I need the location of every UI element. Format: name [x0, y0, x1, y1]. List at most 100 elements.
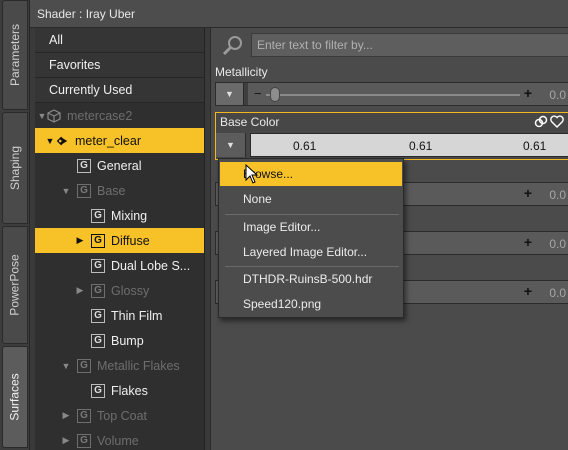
metallicity-menu-button[interactable]: ▼ — [216, 83, 244, 105]
shader-title: Shader : Iray Uber — [37, 6, 136, 21]
color-red-value[interactable]: 0.61 — [293, 139, 316, 153]
tree-item-label: Glossy — [111, 283, 150, 298]
tab-shaping-label: Shaping — [8, 145, 23, 191]
metallicity-slider[interactable]: − + 0.0 — [248, 83, 568, 105]
metallicity-slider-row: ▼ − + 0.0 — [215, 82, 568, 106]
filter-currently-used[interactable]: Currently Used — [35, 78, 204, 103]
filter-input[interactable] — [251, 33, 568, 57]
tree-item-label: Flakes — [111, 383, 148, 398]
slider-track — [266, 94, 520, 96]
increment-icon[interactable]: + — [524, 234, 532, 250]
group-icon: G — [77, 158, 91, 173]
tree-item-label: Volume — [97, 433, 139, 448]
group-icon: G — [77, 358, 91, 373]
tab-shaping[interactable]: Shaping — [2, 112, 28, 224]
tab-surfaces[interactable]: Surfaces — [2, 346, 28, 448]
tab-powerpose-label: PowerPose — [8, 254, 22, 316]
expand-arrow-icon[interactable]: ▼ — [61, 186, 71, 196]
base-color-field[interactable]: 0.61 0.61 0.61 — [250, 133, 568, 157]
metallicity-value[interactable]: 0.0 — [549, 88, 566, 102]
surface-tree-panel: All Favorites Currently Used ▼ metercase… — [35, 28, 205, 450]
tab-surfaces-label: Surfaces — [8, 373, 23, 421]
tree-item-label: Mixing — [111, 208, 148, 223]
tree-item-thin-film[interactable]: G Thin Film — [35, 303, 204, 328]
tree-item-label: Base — [97, 183, 126, 198]
tree-item-top-coat[interactable]: ▶ G Top Coat — [35, 403, 204, 428]
group-icon: G — [91, 258, 105, 273]
material-icon — [55, 134, 69, 148]
decrement-icon[interactable]: − — [254, 86, 262, 101]
group-icon: G — [77, 183, 91, 198]
group-icon: G — [91, 233, 105, 248]
tree-item-label: Thin Film — [111, 308, 163, 323]
menu-item-none[interactable]: None — [220, 187, 402, 211]
tree-item-base[interactable]: ▼ G Base — [35, 178, 204, 203]
base-color-label: Base Color — [220, 115, 280, 129]
tree-item-general[interactable]: G General — [35, 153, 204, 178]
expand-arrow-icon[interactable]: ▼ — [61, 361, 71, 371]
tree-item-flakes[interactable]: G Flakes — [35, 378, 204, 403]
mouse-cursor-icon — [245, 163, 259, 187]
favorite-heart-icon[interactable] — [550, 115, 564, 131]
filter-bar — [211, 28, 568, 62]
tab-parameters-label: Parameters — [8, 23, 22, 87]
color-green-value[interactable]: 0.61 — [409, 139, 432, 153]
tab-powerpose[interactable]: PowerPose — [2, 226, 28, 344]
group-icon: G — [91, 333, 105, 348]
vertical-tab-bar: Parameters Shaping PowerPose Surfaces — [0, 0, 30, 450]
increment-icon[interactable]: + — [524, 185, 532, 201]
tree-item-dual-lobe[interactable]: G Dual Lobe S... — [35, 253, 204, 278]
hidden-value-3[interactable]: 0.0 — [549, 286, 566, 300]
base-color-property: Base Color ▼ 0.61 0.61 0.61 — [215, 112, 568, 160]
filter-favorites[interactable]: Favorites — [35, 53, 204, 78]
color-blue-value[interactable]: 0.61 — [523, 139, 546, 153]
group-icon: G — [91, 383, 105, 398]
increment-icon[interactable]: + — [524, 283, 532, 299]
collapse-arrow-icon[interactable]: ▶ — [61, 410, 71, 421]
search-icon[interactable] — [221, 34, 245, 56]
base-color-menu-button[interactable]: ▼ — [216, 133, 246, 157]
tree-item-label: meter_clear — [75, 133, 141, 148]
group-icon: G — [77, 433, 91, 448]
expand-arrow-icon[interactable]: ▼ — [45, 136, 55, 146]
filter-favorites-label: Favorites — [49, 58, 101, 72]
collapse-arrow-icon[interactable]: ▶ — [61, 435, 71, 446]
collapse-arrow-icon[interactable]: ▶ — [75, 285, 85, 296]
tree-item-label: Dual Lobe S... — [111, 258, 191, 273]
group-icon: G — [91, 208, 105, 223]
tree-item-diffuse[interactable]: ▶ G Diffuse — [35, 228, 204, 253]
hidden-value-2[interactable]: 0.0 — [549, 237, 566, 251]
collapse-arrow-icon[interactable]: ▶ — [75, 235, 85, 246]
filter-currently-used-label: Currently Used — [49, 83, 133, 97]
tree-item-label: Bump — [111, 333, 144, 348]
increment-icon[interactable]: + — [524, 85, 532, 101]
tree-item-meter-clear[interactable]: ▼ meter_clear — [35, 128, 204, 153]
group-icon: G — [77, 408, 91, 423]
filter-all[interactable]: All — [35, 28, 204, 53]
menu-item-image-editor[interactable]: Image Editor... — [220, 215, 402, 239]
menu-item-recent-hdr[interactable]: DTHDR-RuinsB-500.hdr — [220, 267, 402, 291]
tree-item-mixing[interactable]: G Mixing — [35, 203, 204, 228]
shader-title-bar: Shader : Iray Uber — [30, 0, 568, 28]
link-icon[interactable] — [534, 115, 548, 132]
tree-item-label: General — [97, 158, 142, 173]
metallicity-label: Metallicity — [215, 65, 268, 79]
tree-item-label: metercase2 — [67, 108, 133, 123]
tree-item-bump[interactable]: G Bump — [35, 328, 204, 353]
tree-item-metercase2[interactable]: ▼ metercase2 — [35, 103, 204, 128]
tree-item-volume[interactable]: ▶ G Volume — [35, 428, 204, 450]
tab-parameters[interactable]: Parameters — [2, 0, 28, 110]
menu-item-recent-png[interactable]: Speed120.png — [220, 292, 402, 316]
slider-handle[interactable] — [270, 87, 280, 102]
tree-item-label: Diffuse — [111, 233, 150, 248]
tree-item-glossy[interactable]: ▶ G Glossy — [35, 278, 204, 303]
tree-item-label: Metallic Flakes — [97, 358, 180, 373]
tree-item-metallic-flakes[interactable]: ▼ G Metallic Flakes — [35, 353, 204, 378]
filter-all-label: All — [49, 33, 63, 47]
tree-item-label: Top Coat — [97, 408, 148, 423]
menu-item-layered-image-editor[interactable]: Layered Image Editor... — [220, 240, 402, 264]
group-icon: G — [91, 283, 105, 298]
group-icon: G — [91, 308, 105, 323]
expand-arrow-icon[interactable]: ▼ — [37, 111, 47, 121]
hidden-value-1[interactable]: 0.0 — [549, 188, 566, 202]
